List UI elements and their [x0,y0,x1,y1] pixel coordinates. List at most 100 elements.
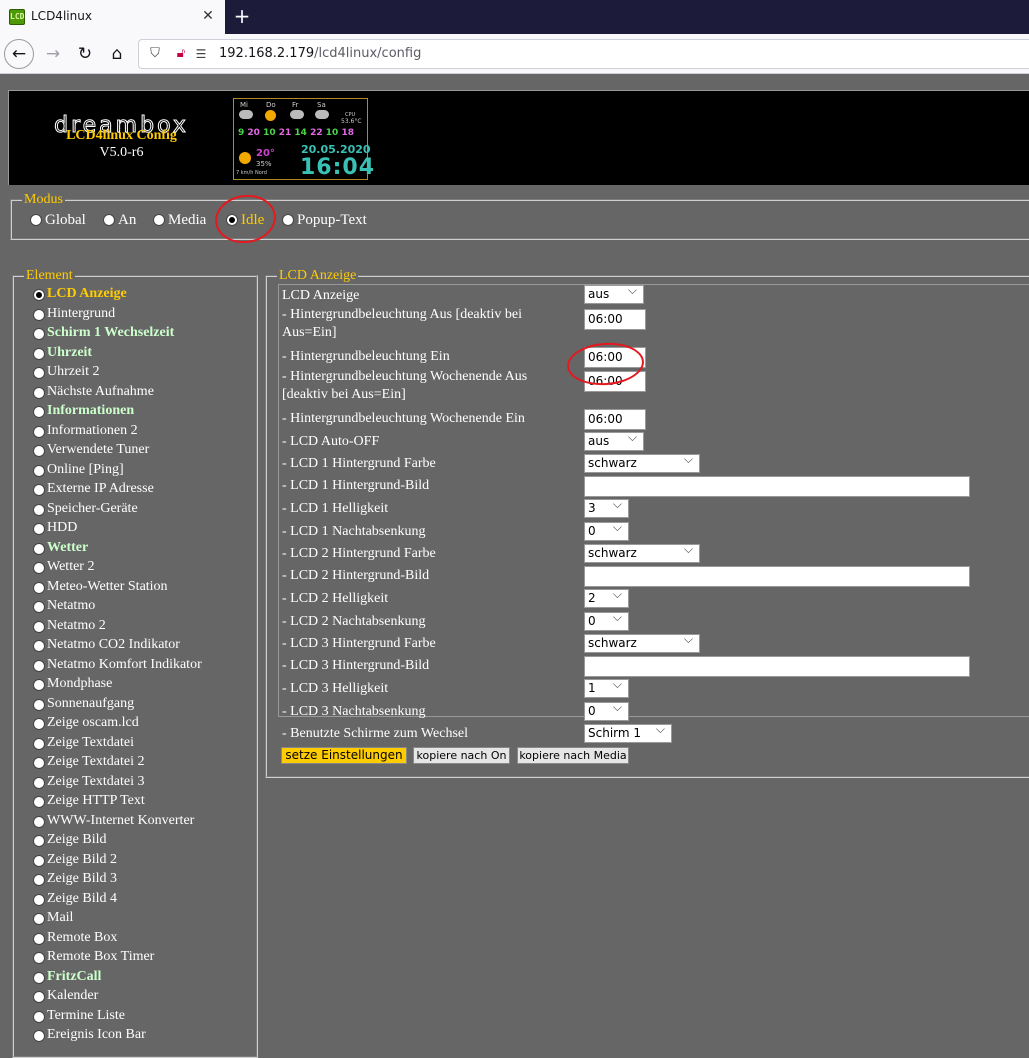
setting-select[interactable]: 3 [584,497,629,518]
element-radio[interactable] [33,932,45,945]
setting-select[interactable]: 0 [584,610,629,631]
element-radio[interactable] [33,776,45,789]
element-radio[interactable] [33,620,45,633]
element-item-label: Netatmo Komfort Indikator [47,656,202,672]
modus-radio-an[interactable] [103,214,115,226]
setting-select[interactable]: Schirm 1 [584,722,672,743]
forward-arrow-icon[interactable]: → [38,39,68,69]
cloud-icon [315,110,329,119]
element-radio[interactable] [33,854,45,867]
element-radio[interactable] [33,815,45,828]
setting-label: - Hintergrundbeleuchtung Wochenende Aus … [282,369,528,402]
setting-label: - LCD 2 Helligkeit [282,591,389,606]
new-tab-button[interactable]: + [231,5,253,27]
element-radio[interactable] [33,542,45,555]
permissions-icon[interactable]: ☰ [193,46,209,62]
element-item-label: Netatmo [47,598,96,613]
home-icon[interactable]: ⌂ [102,39,132,69]
copy-to-media-button[interactable]: kopiere nach Media [517,747,629,764]
setting-select[interactable]: schwarz [584,632,700,653]
element-radio[interactable] [33,386,45,399]
element-item-label: Schirm 1 Wechselzeit [47,325,175,340]
modus-radio-popup-text[interactable] [282,214,294,226]
setting-input[interactable]: 06:00 [584,309,646,330]
element-radio[interactable] [33,1010,45,1023]
element-radio[interactable] [33,503,45,516]
app-version: V5.0-r6 [99,145,144,160]
element-item-label: Nächste Aufnahme [47,383,154,399]
element-item-label: Uhrzeit [47,344,93,360]
element-radio[interactable] [33,679,45,691]
modus-label-media[interactable]: Media [168,212,206,229]
element-radio[interactable] [33,464,45,477]
back-arrow-icon[interactable]: ← [4,39,34,69]
setting-select[interactable]: schwarz [584,452,700,473]
address-bar[interactable]: ⛉ 🔓︎ ☰ 192.168.2.179/lcd4linux/config [138,39,1029,69]
element-radio[interactable] [33,308,45,321]
element-radio[interactable] [33,640,45,652]
element-radio[interactable] [33,796,45,808]
element-radio[interactable] [33,913,45,925]
element-item-label: Kalender [47,988,99,1003]
page-content: dreambox LCD4linux Config V5.0-r6 Mi Do … [0,75,1029,1058]
element-radio[interactable] [33,893,45,906]
setting-input[interactable] [584,656,970,677]
lcd-preview: Mi Do Fr Sa 9 20 10 21 14 22 10 18 CPU 5… [233,98,374,180]
element-radio[interactable] [33,971,45,984]
element-radio[interactable] [33,874,45,886]
tab-title: LCD4linux [31,9,92,23]
modus-label-popup-text[interactable]: Popup-Text [297,212,367,229]
element-radio[interactable] [33,581,45,594]
element-item-label: Zeige HTTP Text [47,793,145,808]
element-radio[interactable] [33,562,45,574]
element-radio[interactable] [33,1030,45,1042]
element-radio[interactable] [33,698,45,711]
setting-select[interactable]: 0 [584,700,629,721]
url-text[interactable]: 192.168.2.179/lcd4linux/config [219,46,421,61]
element-radio[interactable] [33,328,45,340]
element-radio[interactable] [33,425,45,438]
element-radio[interactable] [33,523,45,535]
modus-radio-global[interactable] [30,214,42,226]
copy-to-on-button[interactable]: kopiere nach On [413,747,510,764]
element-radio[interactable] [33,718,45,730]
element-radio[interactable] [33,737,45,750]
modus-radio-media[interactable] [153,214,165,226]
close-tab-icon[interactable]: ✕ [200,8,216,24]
element-item-label: Zeige Textdatei [47,734,135,750]
modus-label-global[interactable]: Global [45,212,86,229]
insecure-lock-icon[interactable]: 🔓︎ [173,46,189,62]
element-radio[interactable] [33,484,45,496]
setting-select[interactable]: aus [584,430,644,451]
element-radio[interactable] [33,757,45,769]
element-radio[interactable] [33,289,45,301]
setting-label: - LCD 1 Helligkeit [282,501,389,516]
element-radio[interactable] [33,601,45,613]
element-item-label: LCD Anzeige [47,286,127,301]
setting-input[interactable] [584,476,970,497]
reload-icon[interactable]: ↻ [70,39,100,69]
forecast-day: Mi [240,101,248,109]
shield-icon[interactable]: ⛉ [147,46,163,62]
setting-select[interactable]: aus [584,283,644,304]
browser-tab[interactable]: LCD LCD4linux ✕ [0,0,225,34]
element-item-label: Termine Liste [47,1007,125,1023]
modus-label-an[interactable]: An [118,212,136,229]
url-host: 192.168.2.179 [219,46,315,61]
setting-select[interactable]: schwarz [584,542,700,563]
element-radio[interactable] [33,406,45,418]
apply-settings-button[interactable]: setze Einstellungen [281,747,407,764]
setting-select[interactable]: 2 [584,587,629,608]
element-radio[interactable] [33,347,45,360]
element-radio[interactable] [33,835,45,847]
element-radio[interactable] [33,445,45,457]
element-radio[interactable] [33,367,45,379]
element-radio[interactable] [33,991,45,1003]
setting-select[interactable]: 0 [584,520,629,541]
setting-input[interactable] [584,566,970,587]
setting-input[interactable]: 06:00 [584,409,646,430]
element-radio[interactable] [33,952,45,964]
element-item-label: Externe IP Adresse [47,481,154,496]
setting-select[interactable]: 1 [584,677,629,698]
element-radio[interactable] [33,659,45,672]
